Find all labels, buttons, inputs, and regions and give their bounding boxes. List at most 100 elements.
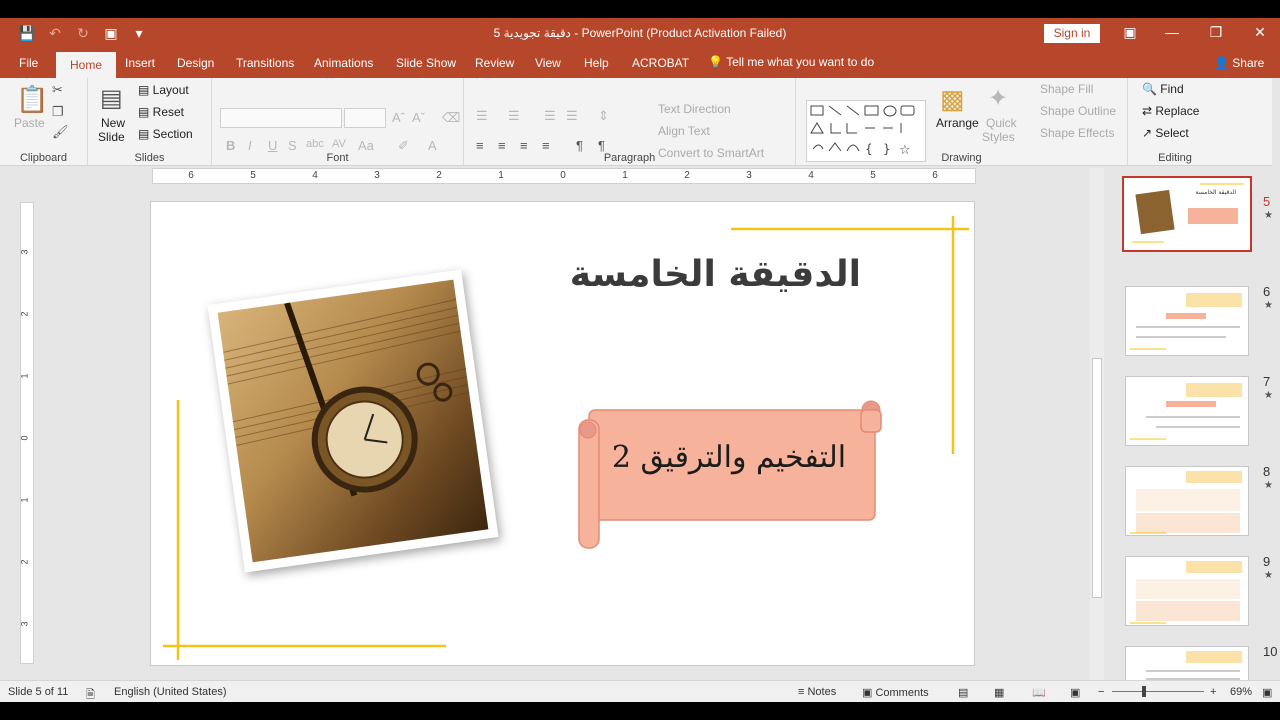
comments-button[interactable]: ▣ Comments bbox=[862, 686, 929, 699]
ribbon-display-icon[interactable]: ▣ bbox=[1120, 24, 1140, 41]
ltr-icon[interactable]: ¶ bbox=[598, 138, 605, 153]
align-text-button[interactable]: Align Text bbox=[658, 124, 710, 138]
tab-view[interactable]: View bbox=[535, 56, 561, 70]
reset-button[interactable]: ▤ Reset bbox=[138, 105, 184, 119]
decrease-indent-icon[interactable]: ☰ bbox=[544, 108, 556, 124]
svg-text:الدقيقة الخامسة: الدقيقة الخامسة bbox=[1196, 189, 1237, 196]
paste-icon[interactable]: 📋 bbox=[16, 84, 48, 115]
zoom-slider[interactable] bbox=[1112, 691, 1204, 692]
numbering-icon[interactable]: ☰ bbox=[508, 108, 520, 124]
tab-help[interactable]: Help bbox=[584, 56, 609, 70]
scrollbar-thumb[interactable] bbox=[1092, 358, 1102, 598]
notes-button[interactable]: ≡ Notes bbox=[798, 686, 836, 698]
rtl-icon[interactable]: ¶ bbox=[576, 138, 583, 153]
thumbnail-slide-7[interactable] bbox=[1125, 376, 1249, 446]
language-indicator[interactable]: English (United States) bbox=[114, 686, 227, 698]
tab-insert[interactable]: Insert bbox=[125, 56, 155, 70]
spellcheck-icon[interactable]: 🗎 bbox=[86, 686, 95, 702]
zoom-in-icon[interactable]: + bbox=[1210, 686, 1216, 698]
tab-home[interactable]: Home bbox=[56, 52, 117, 78]
tell-me-search[interactable]: 💡 Tell me what you want to do bbox=[708, 55, 874, 69]
zoom-slider-thumb[interactable] bbox=[1142, 686, 1146, 697]
reading-view-icon[interactable]: 📖 bbox=[1032, 686, 1046, 699]
tab-review[interactable]: Review bbox=[475, 56, 514, 70]
slide-scrollbar[interactable] bbox=[1090, 168, 1104, 698]
zoom-level[interactable]: 69% bbox=[1230, 686, 1252, 698]
close-icon[interactable]: ✕ bbox=[1250, 24, 1270, 41]
new-slide-label-1[interactable]: New bbox=[101, 116, 125, 130]
section-button[interactable]: ▤ Section bbox=[138, 127, 193, 141]
align-right-icon[interactable]: ≡ bbox=[520, 138, 528, 153]
slide-sorter-icon[interactable]: ▦ bbox=[994, 686, 1004, 699]
thumbnail-number: 10 bbox=[1263, 644, 1278, 659]
slide-canvas[interactable]: الدقيقة الخامسة التفخيم والترقيق 2 bbox=[150, 201, 975, 666]
line-spacing-icon[interactable]: ⇕ bbox=[598, 108, 609, 124]
find-button[interactable]: 🔍 Find bbox=[1142, 82, 1184, 96]
new-slide-icon[interactable]: ▤ bbox=[100, 84, 123, 113]
minimize-icon[interactable]: — bbox=[1162, 24, 1182, 40]
select-button[interactable]: ↗ Select bbox=[1142, 126, 1189, 140]
thumbnail-slide-8[interactable] bbox=[1125, 466, 1249, 536]
change-case-icon[interactable]: Aa bbox=[358, 138, 374, 153]
thumbnail-slide-5[interactable]: الدقيقة الخامسة bbox=[1122, 176, 1252, 252]
paste-button[interactable]: Paste bbox=[14, 116, 45, 130]
italic-icon[interactable]: I bbox=[248, 138, 252, 153]
arrange-icon[interactable]: ▩ bbox=[940, 84, 965, 115]
thumbnail-number: 6 bbox=[1263, 284, 1271, 299]
tab-transitions[interactable]: Transitions bbox=[236, 56, 294, 70]
font-size-combo[interactable] bbox=[344, 108, 386, 128]
clear-format-icon[interactable]: ⌫ bbox=[442, 110, 460, 126]
tab-file[interactable]: File bbox=[19, 56, 38, 70]
clock-photo[interactable] bbox=[207, 269, 499, 573]
spacing-icon[interactable]: AV bbox=[332, 138, 346, 150]
decrease-font-icon[interactable]: Aˇ bbox=[412, 110, 425, 125]
tab-acrobat[interactable]: ACROBAT bbox=[632, 56, 689, 70]
maximize-icon[interactable]: ❐ bbox=[1206, 24, 1226, 41]
shape-effects-button[interactable]: Shape Effects bbox=[1040, 126, 1115, 140]
bold-icon[interactable]: B bbox=[226, 138, 235, 153]
share-button[interactable]: 👤 Share bbox=[1214, 56, 1264, 70]
tab-slide-show[interactable]: Slide Show bbox=[396, 56, 456, 70]
cut-icon[interactable]: ✂ bbox=[52, 82, 63, 98]
tab-animations[interactable]: Animations bbox=[314, 56, 373, 70]
strikethrough-icon[interactable]: abc bbox=[306, 138, 324, 150]
fit-to-window-icon[interactable]: ▣ bbox=[1262, 686, 1272, 699]
status-bar: Slide 5 of 11 🗎 English (United States) … bbox=[0, 680, 1280, 702]
title-bar: 💾 ↶ ↻ ▣ ▾ دقيقة تجويدية 5 - PowerPoint (… bbox=[0, 18, 1280, 50]
shape-fill-button[interactable]: Shape Fill bbox=[1040, 82, 1093, 96]
shadow-icon[interactable]: S bbox=[288, 138, 297, 153]
thumbnail-slide-9[interactable] bbox=[1125, 556, 1249, 626]
underline-icon[interactable]: U bbox=[268, 138, 277, 153]
layout-button[interactable]: ▤ Layout bbox=[138, 83, 189, 97]
slide-title[interactable]: الدقيقة الخامسة bbox=[521, 254, 861, 295]
scroll-banner-text[interactable]: التفخيم والترقيق 2 bbox=[599, 440, 859, 475]
quick-styles-label-2[interactable]: Styles bbox=[982, 130, 1015, 144]
ribbon-tabs: File Home Insert Design Transitions Anim… bbox=[0, 50, 1280, 78]
increase-font-icon[interactable]: Aˆ bbox=[392, 110, 405, 125]
align-center-icon[interactable]: ≡ bbox=[498, 138, 506, 153]
thumbnail-9-preview bbox=[1130, 561, 1242, 624]
align-left-icon[interactable]: ≡ bbox=[476, 138, 484, 153]
quick-styles-icon[interactable]: ✦ bbox=[988, 84, 1008, 113]
increase-indent-icon[interactable]: ☰ bbox=[566, 108, 578, 124]
notes-label: Notes bbox=[807, 686, 837, 698]
arrange-button[interactable]: Arrange bbox=[936, 116, 979, 130]
left-scroll-strip[interactable] bbox=[0, 168, 14, 674]
font-color-icon[interactable]: A bbox=[428, 138, 437, 153]
font-family-combo[interactable] bbox=[220, 108, 342, 128]
format-painter-icon[interactable]: 🖌 bbox=[52, 124, 69, 140]
sign-in-button[interactable]: Sign in bbox=[1044, 24, 1100, 43]
bullets-icon[interactable]: ☰ bbox=[476, 108, 488, 124]
normal-view-icon[interactable]: ▤ bbox=[958, 686, 968, 699]
replace-button[interactable]: ⇄ Replace bbox=[1142, 104, 1199, 118]
thumbnail-slide-6[interactable] bbox=[1125, 286, 1249, 356]
zoom-out-icon[interactable]: − bbox=[1098, 686, 1104, 698]
copy-icon[interactable]: ❐ bbox=[52, 104, 64, 120]
tab-design[interactable]: Design bbox=[177, 56, 214, 70]
slideshow-view-icon[interactable]: ▣ bbox=[1070, 686, 1080, 699]
shape-outline-button[interactable]: Shape Outline bbox=[1040, 104, 1116, 118]
quick-styles-label-1[interactable]: Quick bbox=[986, 116, 1017, 130]
new-slide-label-2[interactable]: Slide bbox=[98, 130, 125, 144]
justify-icon[interactable]: ≡ bbox=[542, 138, 550, 153]
text-direction-button[interactable]: Text Direction bbox=[658, 102, 731, 116]
